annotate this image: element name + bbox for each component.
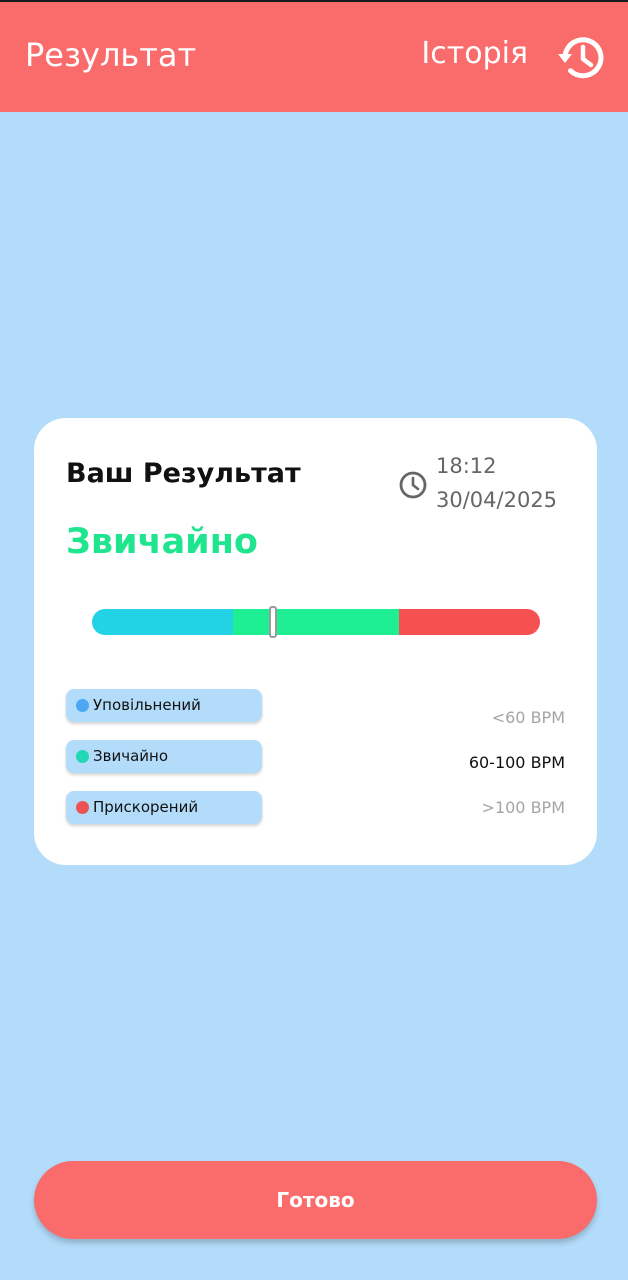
heart-rate-scale [92, 609, 540, 635]
scale-segment-normal [233, 609, 399, 635]
result-card: Ваш Результат 18:12 30/04/2025 Звичайно … [34, 418, 597, 865]
scale-segment-low [92, 609, 234, 635]
result-card-title: Ваш Результат [66, 458, 301, 489]
legend-dot-slow [76, 699, 89, 712]
clock-icon [399, 471, 427, 499]
legend-dot-normal [76, 750, 89, 763]
scale-segment-high [398, 609, 540, 635]
legend-label-fast: Прискорений [93, 798, 199, 816]
done-button[interactable]: Готово [34, 1161, 597, 1239]
range-slow: <60 BPM [491, 708, 565, 727]
app-bar: Результат Історія [0, 0, 628, 112]
scale-marker [269, 606, 278, 638]
range-normal: 60-100 BPM [468, 753, 565, 772]
range-fast: >100 BPM [481, 798, 565, 817]
legend-item-fast: Прискорений [66, 791, 262, 824]
legend-item-normal: Звичайно [66, 740, 262, 773]
done-button-label: Готово [276, 1188, 355, 1212]
measurement-date: 30/04/2025 [436, 488, 558, 512]
legend-dot-fast [76, 801, 89, 814]
measurement-time: 18:12 [436, 454, 497, 478]
legend-label-normal: Звичайно [93, 747, 168, 765]
history-link[interactable]: Історія [421, 36, 528, 71]
result-status: Звичайно [66, 522, 258, 562]
legend-label-slow: Уповільнений [93, 696, 201, 714]
page-title: Результат [25, 36, 197, 74]
legend-item-slow: Уповільнений [66, 689, 262, 722]
history-icon[interactable] [555, 30, 611, 86]
